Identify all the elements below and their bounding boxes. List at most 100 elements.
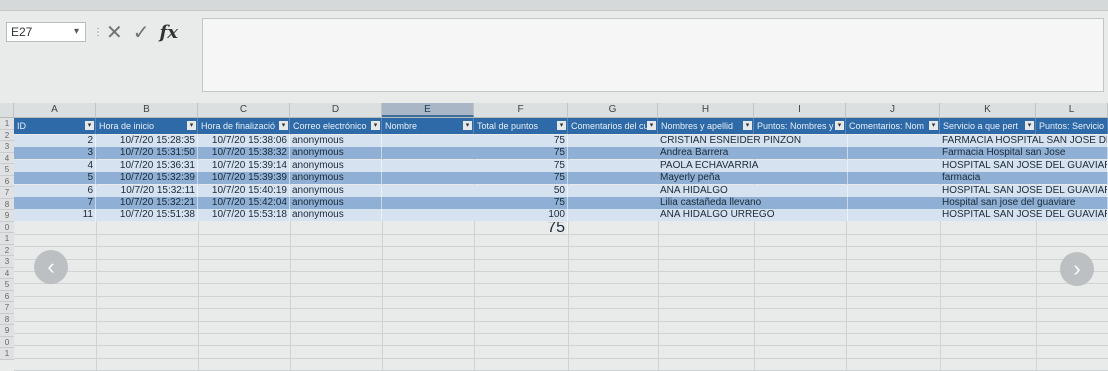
row-header[interactable]: 0: [0, 336, 14, 348]
cell-end[interactable]: 10/7/20 15:39:14: [198, 159, 290, 172]
chevron-down-icon[interactable]: ▾: [74, 26, 79, 37]
cell-service[interactable]: HOSPITAL SAN JOSE DEL GUAVIARE: [940, 184, 1108, 197]
row-header[interactable]: 2: [0, 129, 14, 141]
filter-dropdown-icon[interactable]: ▾: [187, 121, 196, 130]
header-end-time[interactable]: Hora de finalizació ▾: [198, 118, 290, 134]
cell-end[interactable]: 10/7/20 15:39:39: [198, 172, 290, 185]
table-row[interactable]: 2 10/7/20 15:28:35 10/7/20 15:38:06 anonymo…: [14, 135, 1108, 147]
cell-start[interactable]: 10/7/20 15:51:38: [96, 209, 198, 222]
row-header[interactable]: 5: [0, 164, 14, 176]
cell-start[interactable]: 10/7/20 15:36:31: [96, 159, 198, 172]
row-header[interactable]: 3: [0, 256, 14, 268]
filter-dropdown-icon[interactable]: ▾: [557, 121, 566, 130]
cell-end[interactable]: 10/7/20 15:42:04: [198, 197, 290, 209]
cell-email[interactable]: anonymous: [290, 135, 382, 147]
column-header-b[interactable]: B: [96, 103, 198, 117]
row-header[interactable]: 9: [0, 210, 14, 222]
empty-row[interactable]: [14, 234, 1108, 248]
cell-total[interactable]: 75: [474, 135, 568, 147]
row-header[interactable]: 6: [0, 290, 14, 302]
cancel-icon[interactable]: ✕: [106, 20, 123, 45]
row-header[interactable]: 2: [0, 244, 14, 256]
filter-dropdown-icon[interactable]: ▾: [85, 121, 94, 130]
column-header-d[interactable]: D: [290, 103, 382, 117]
cell-email[interactable]: anonymous: [290, 147, 382, 160]
cell-email[interactable]: anonymous: [290, 184, 382, 197]
table-row[interactable]: 5 10/7/20 15:32:39 10/7/20 15:39:39 anonymo…: [14, 172, 1108, 185]
header-full-name[interactable]: Nombres y apellid ▾: [658, 118, 754, 134]
cell-id[interactable]: 7: [14, 197, 96, 209]
row-header[interactable]: 5: [0, 279, 14, 291]
cell-start[interactable]: 10/7/20 15:32:11: [96, 184, 198, 197]
column-header-g[interactable]: G: [568, 103, 658, 117]
empty-row[interactable]: [14, 333, 1108, 347]
column-header-k[interactable]: K: [940, 103, 1036, 117]
row-header[interactable]: 8: [0, 313, 14, 325]
cell-name[interactable]: ANA HIDALGO URREGO: [658, 209, 848, 222]
column-header-j[interactable]: J: [846, 103, 940, 117]
cell-end[interactable]: 10/7/20 15:40:19: [198, 184, 290, 197]
column-header-a[interactable]: A: [14, 103, 96, 117]
header-id[interactable]: ID ▾: [14, 118, 96, 134]
row-header[interactable]: 1: [0, 348, 14, 360]
column-header-i[interactable]: I: [754, 103, 846, 117]
empty-row[interactable]: [14, 284, 1108, 297]
filter-dropdown-icon[interactable]: ▾: [647, 121, 656, 130]
filter-dropdown-icon[interactable]: ▾: [463, 121, 472, 130]
row-header[interactable]: 8: [0, 198, 14, 210]
cell-end[interactable]: 10/7/20 15:53:18: [198, 209, 290, 222]
cell-email[interactable]: anonymous: [290, 209, 382, 222]
column-header-c[interactable]: C: [198, 103, 290, 117]
empty-row[interactable]: [14, 247, 1108, 260]
empty-row[interactable]: [14, 309, 1108, 322]
table-row[interactable]: 75: [14, 221, 1108, 235]
cell-end[interactable]: 10/7/20 15:38:06: [198, 135, 290, 147]
empty-row[interactable]: [14, 321, 1108, 334]
cell-total[interactable]: 50: [474, 184, 568, 197]
header-points-name[interactable]: Puntos: Nombres y ▾: [754, 118, 846, 134]
row-header[interactable]: 9: [0, 325, 14, 337]
empty-row[interactable]: [14, 358, 1108, 371]
header-comments[interactable]: Comentarios del cu ▾: [568, 118, 658, 134]
cell-email[interactable]: anonymous: [290, 159, 382, 172]
cell-start[interactable]: 10/7/20 15:31:50: [96, 147, 198, 160]
cell-total[interactable]: 75: [474, 172, 568, 185]
filter-dropdown-icon[interactable]: ▾: [743, 121, 752, 130]
cell-total[interactable]: 75: [474, 159, 568, 172]
filter-dropdown-icon[interactable]: ▾: [929, 121, 938, 130]
header-name[interactable]: Nombre ▾: [382, 118, 474, 134]
cell-email[interactable]: anonymous: [290, 172, 382, 185]
row-header[interactable]: 4: [0, 267, 14, 279]
cell-service[interactable]: farmacia: [940, 172, 1108, 185]
row-header[interactable]: 7: [0, 187, 14, 199]
empty-row[interactable]: [14, 346, 1108, 359]
table-row[interactable]: 6 10/7/20 15:32:11 10/7/20 15:40:19 anonymo…: [14, 184, 1108, 197]
filter-dropdown-icon[interactable]: ▾: [279, 121, 288, 130]
cell-start[interactable]: 10/7/20 15:32:39: [96, 172, 198, 185]
cell-total[interactable]: 75: [474, 197, 568, 209]
enter-icon[interactable]: ✓: [133, 20, 150, 45]
insert-function-icon[interactable]: fx: [160, 22, 178, 43]
column-header-h[interactable]: H: [658, 103, 754, 117]
cell-service[interactable]: FARMACIA HOSPITAL SAN JOSE DEL G: [940, 135, 1108, 147]
cell-id[interactable]: 2: [14, 135, 96, 147]
row-header[interactable]: 3: [0, 141, 14, 153]
previous-arrow-icon[interactable]: ‹: [34, 250, 68, 284]
column-header-f[interactable]: F: [474, 103, 568, 117]
row-header[interactable]: 0: [0, 221, 14, 233]
column-header-l[interactable]: L: [1036, 103, 1108, 117]
table-row[interactable]: 11 10/7/20 15:51:38 10/7/20 15:53:18 anonym…: [14, 209, 1108, 222]
filter-dropdown-icon[interactable]: ▾: [835, 121, 844, 130]
select-all-corner[interactable]: [0, 103, 14, 117]
drag-handle-icon[interactable]: ⋮: [93, 27, 104, 38]
spreadsheet-grid[interactable]: A B C D E F G H I J K L 1234567890123456…: [0, 103, 1108, 371]
cell-id[interactable]: 3: [14, 147, 96, 160]
row-header[interactable]: 4: [0, 152, 14, 164]
row-header[interactable]: 1: [0, 118, 14, 130]
table-row[interactable]: 7 10/7/20 15:32:21 10/7/20 15:42:04 anonymo…: [14, 197, 1108, 209]
header-start-time[interactable]: Hora de inicio ▾: [96, 118, 198, 134]
header-points-service[interactable]: Puntos: Servicio: [1036, 118, 1108, 134]
header-email[interactable]: Correo electrónico ▾: [290, 118, 382, 134]
table-row[interactable]: 4 10/7/20 15:36:31 10/7/20 15:39:14 anonymo…: [14, 159, 1108, 172]
name-box[interactable]: E27 ▾: [6, 22, 86, 42]
